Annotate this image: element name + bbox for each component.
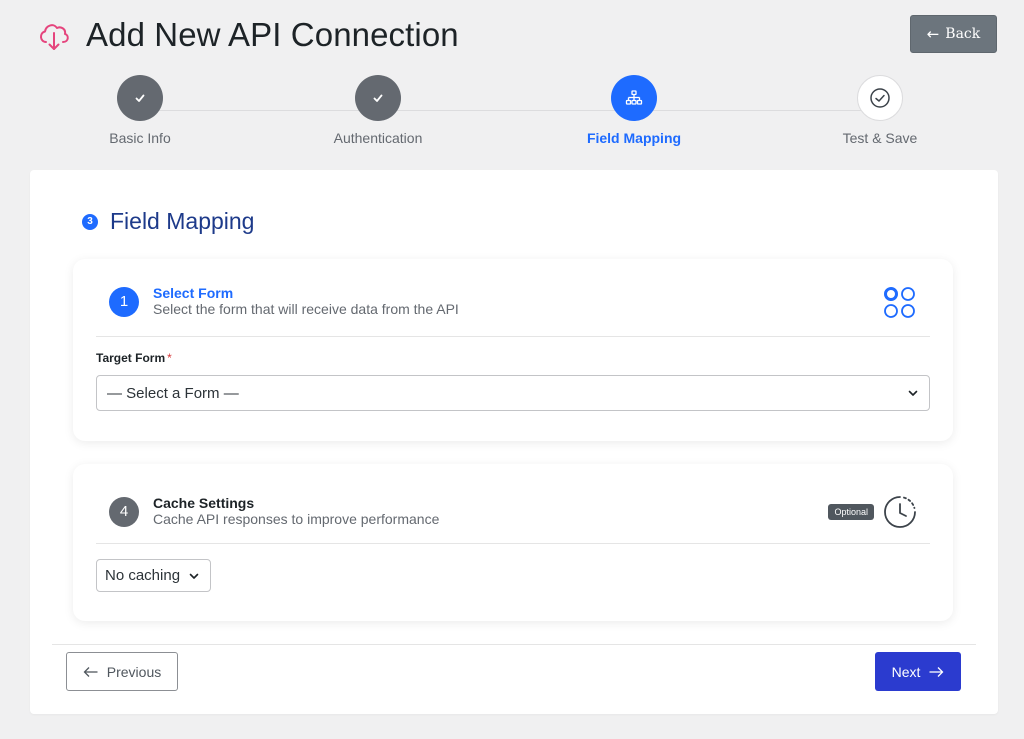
previous-button-label: Previous [106, 663, 162, 680]
step-label: Authentication [333, 130, 423, 146]
target-form-select[interactable]: — Select a Form — [96, 375, 930, 411]
form-grid-icon [884, 287, 915, 318]
step-label: Field Mapping [586, 130, 682, 146]
check-icon [117, 75, 163, 121]
section-number-badge: 3 [82, 213, 98, 230]
chevron-down-icon [189, 573, 199, 579]
next-button[interactable]: Next [875, 652, 961, 691]
stepper-line [140, 110, 880, 111]
step-label: Test & Save [842, 130, 918, 146]
cache-select-value: No caching [105, 567, 181, 584]
chevron-down-icon [908, 390, 918, 396]
cache-settings-header: 4 Cache Settings Cache API responses to … [109, 495, 439, 528]
back-button-label: Back [945, 26, 981, 42]
cloud-download-icon [40, 24, 69, 50]
step-label: Basic Info [109, 130, 171, 146]
select-form-title: Select Form [153, 285, 234, 301]
divider [96, 336, 930, 337]
select-form-card: 1 Select Form Select the form that will … [73, 259, 953, 441]
footer-divider [52, 644, 976, 645]
arrow-right-icon [929, 666, 944, 677]
required-asterisk: * [167, 351, 172, 365]
sitemap-icon [611, 75, 657, 121]
check-circle-icon [857, 75, 903, 121]
cache-select[interactable]: No caching [96, 559, 211, 592]
step-authentication[interactable]: Authentication [308, 75, 448, 146]
step-number-badge: 4 [109, 496, 139, 527]
select-form-description: Select the form that will receive data f… [153, 301, 459, 317]
page-title: Add New API Connection [86, 16, 459, 53]
clock-icon [884, 496, 916, 528]
target-form-label: Target Form * [96, 351, 172, 365]
select-form-header: 1 Select Form Select the form that will … [109, 285, 459, 318]
cache-settings-card: 4 Cache Settings Cache API responses to … [73, 464, 953, 621]
previous-button[interactable]: Previous [66, 652, 178, 691]
check-icon [355, 75, 401, 121]
step-test-save[interactable]: Test & Save [810, 75, 950, 146]
optional-badge: Optional [828, 504, 874, 520]
step-number-badge: 1 [109, 286, 139, 317]
divider [96, 543, 930, 544]
next-button-label: Next [891, 663, 921, 680]
progress-stepper: Basic Info Authentication Field Mapping [0, 75, 1024, 155]
step-basic-info[interactable]: Basic Info [70, 75, 210, 146]
main-card: 3 Field Mapping 1 Select Form Select the… [30, 170, 998, 714]
back-button[interactable]: ← Back [910, 15, 997, 53]
arrow-left-icon [83, 666, 98, 677]
section-heading: 3 Field Mapping [82, 208, 254, 235]
section-title: Field Mapping [110, 208, 255, 234]
target-form-value: — Select a Form — [107, 384, 239, 402]
cache-settings-description: Cache API responses to improve performan… [153, 511, 440, 527]
cache-settings-title: Cache Settings [153, 495, 255, 511]
arrow-left-icon: ← [926, 25, 940, 43]
step-field-mapping[interactable]: Field Mapping [564, 75, 704, 146]
